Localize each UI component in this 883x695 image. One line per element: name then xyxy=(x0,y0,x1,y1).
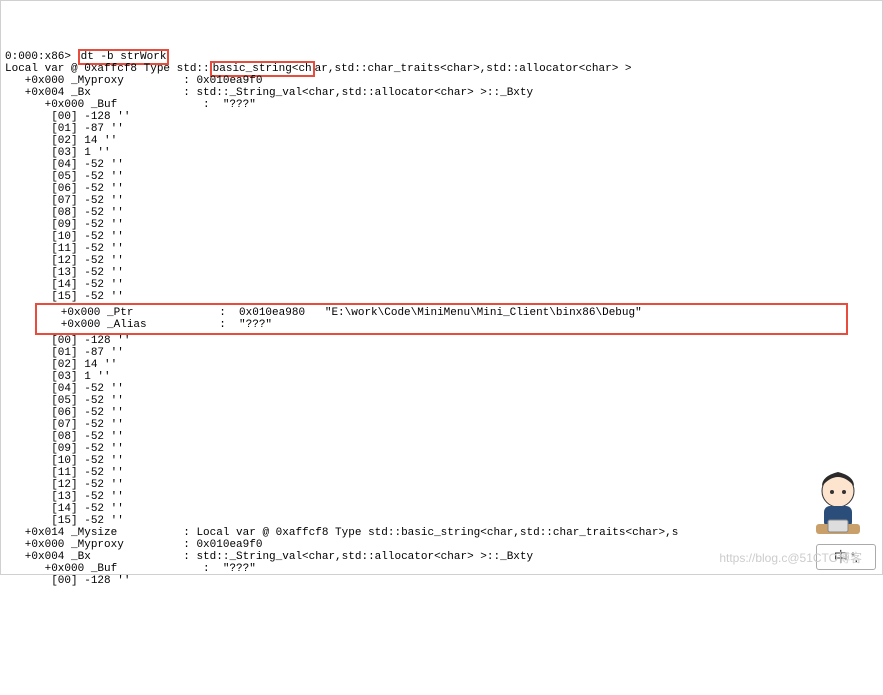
buf-entry: [09] -52 '' xyxy=(5,219,124,231)
bx2-label: +0x004 _Bx : xyxy=(5,551,196,563)
buf-entry: [13] -52 '' xyxy=(5,267,124,279)
buf-entry: [01] -87 '' xyxy=(5,123,124,135)
alias-entry: [13] -52 '' xyxy=(5,491,124,503)
buf-entry: [08] -52 '' xyxy=(5,207,124,219)
buf-entry: [14] -52 '' xyxy=(5,279,124,291)
mysize-value: Local var @ 0xaffcf8 Type std::basic_str… xyxy=(196,527,678,539)
buf-entry: [11] -52 '' xyxy=(5,243,124,255)
alias-entry: [10] -52 '' xyxy=(5,455,124,467)
alias-line: +0x000 _Alias : "???" xyxy=(41,319,272,331)
cartoon-character-icon xyxy=(798,466,878,546)
myproxy-value: 0x010ea9f0 xyxy=(196,75,262,87)
alias-entry: [05] -52 '' xyxy=(5,395,124,407)
alias-entry: [06] -52 '' xyxy=(5,407,124,419)
alias-entry: [08] -52 '' xyxy=(5,431,124,443)
buf-entry: [05] -52 '' xyxy=(5,171,124,183)
prompt: 0:000:x86> xyxy=(5,51,78,63)
type-line-suffix: ar,std::char_traits<char>,std::allocator… xyxy=(315,63,632,75)
alias-entry: [02] 14 '' xyxy=(5,359,117,371)
myproxy2-value: 0x010ea9f0 xyxy=(196,539,262,551)
buf-entry: [07] -52 '' xyxy=(5,195,124,207)
alias-entry: [03] 1 '' xyxy=(5,371,111,383)
mysize-label: +0x014 _Mysize : xyxy=(5,527,196,539)
alias-entry: [01] -87 '' xyxy=(5,347,124,359)
ime-badge: 中 '. xyxy=(816,544,876,570)
buf-label: +0x000 _Buf : xyxy=(5,99,216,111)
bx2-value: std::_String_val<char,std::allocator<cha… xyxy=(196,551,533,563)
buf-entry: [15] -52 '' xyxy=(5,291,124,303)
bx-label: +0x004 _Bx : xyxy=(5,87,196,99)
myproxy2-label: +0x000 _Myproxy : xyxy=(5,539,196,551)
bx-value: std::_String_val<char,std::allocator<cha… xyxy=(196,87,533,99)
buf-entry: [04] -52 '' xyxy=(5,159,124,171)
buf2-label: +0x000 _Buf : xyxy=(5,563,216,575)
buf2-entry: [00] -128 '' xyxy=(5,575,130,587)
alias-entry: [07] -52 '' xyxy=(5,419,124,431)
alias-entry: [14] -52 '' xyxy=(5,503,124,515)
ptr-line: +0x000 _Ptr : 0x010ea980 "E:\work\Code\M… xyxy=(41,307,642,319)
buf-entry: [00] -128 '' xyxy=(5,111,130,123)
buf-value: "???" xyxy=(216,99,256,111)
buf-entry: [03] 1 '' xyxy=(5,147,111,159)
myproxy-label: +0x000 _Myproxy : xyxy=(5,75,196,87)
buf-entry: [12] -52 '' xyxy=(5,255,124,267)
ptr-highlight-box: +0x000 _Ptr : 0x010ea980 "E:\work\Code\M… xyxy=(35,303,848,335)
alias-entry: [11] -52 '' xyxy=(5,467,124,479)
buf2-value: "???" xyxy=(216,563,256,575)
alias-entry: [00] -128 '' xyxy=(5,335,130,347)
type-line-prefix: Local var @ 0xaffcf8 Type std:: xyxy=(5,63,210,75)
buf-entry: [10] -52 '' xyxy=(5,231,124,243)
buf-entry: [06] -52 '' xyxy=(5,183,124,195)
alias-entry: [09] -52 '' xyxy=(5,443,124,455)
alias-entry: [04] -52 '' xyxy=(5,383,124,395)
buf-entry: [02] 14 '' xyxy=(5,135,117,147)
alias-entry: [12] -52 '' xyxy=(5,479,124,491)
alias-entry: [15] -52 '' xyxy=(5,515,124,527)
